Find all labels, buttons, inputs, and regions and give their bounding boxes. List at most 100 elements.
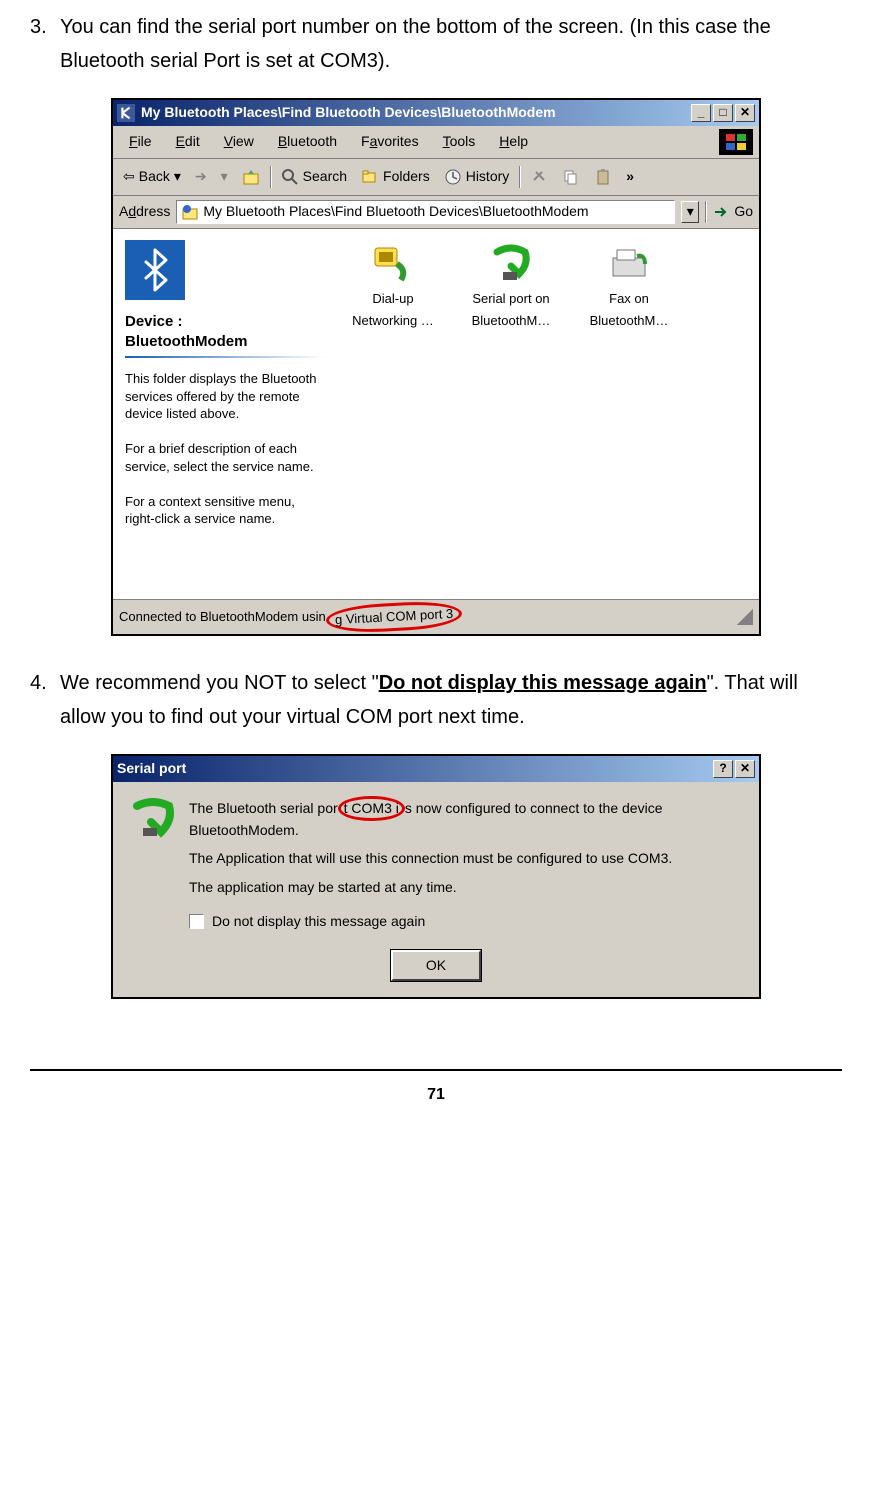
back-arrow-icon: ⇦ <box>123 165 135 189</box>
connection-icon <box>131 796 175 840</box>
bluetooth-places-icon <box>181 203 199 221</box>
dialog-line2: The Application that will use this conne… <box>189 849 741 869</box>
menu-file[interactable]: File <box>119 128 162 156</box>
dialog-controls: ? ✕ <box>713 760 755 778</box>
service-label: Fax on BluetoothM… <box>584 288 674 332</box>
highlight-circle: g Virtual COM port 3 <box>325 599 463 634</box>
address-input[interactable]: My Bluetooth Places\Find Bluetooth Devic… <box>176 200 675 224</box>
cut-button[interactable] <box>526 166 552 188</box>
d-line1a: The Bluetooth serial por <box>189 800 338 816</box>
history-icon <box>444 168 462 186</box>
menu-tools[interactable]: Tools <box>433 128 486 156</box>
step-text: You can find the serial port number on t… <box>60 10 842 78</box>
info-pane: Device : BluetoothModem This folder disp… <box>113 230 338 599</box>
go-label: Go <box>734 200 753 224</box>
step-number: 3. <box>30 10 60 78</box>
address-value: My Bluetooth Places\Find Bluetooth Devic… <box>203 200 588 224</box>
divider <box>125 356 326 358</box>
fax-icon <box>584 244 674 284</box>
forward-button[interactable]: ➔ <box>191 163 211 191</box>
do-not-display-checkbox[interactable] <box>189 914 204 929</box>
dropdown-icon: ▾ <box>174 165 181 189</box>
service-label: Dial-up Networking … <box>348 288 438 332</box>
dropdown-icon[interactable]: ▾ <box>217 163 232 191</box>
d-line1-hl: t COM3 i <box>344 800 399 816</box>
search-label: Search <box>303 165 347 189</box>
resize-grip-icon[interactable] <box>737 609 753 625</box>
address-label: Address <box>119 200 170 224</box>
paste-button[interactable] <box>590 166 616 188</box>
menu-bluetooth[interactable]: Bluetooth <box>268 128 347 156</box>
page-number: 71 <box>30 1069 842 1118</box>
go-button[interactable]: Go <box>712 200 753 224</box>
close-button[interactable]: ✕ <box>735 104 755 122</box>
device-name: BluetoothModem <box>125 332 326 352</box>
step-4: 4. We recommend you NOT to select "Do no… <box>30 666 842 734</box>
window-controls: _ □ ✕ <box>691 104 755 122</box>
ok-button[interactable]: OK <box>391 950 481 982</box>
explorer-window: My Bluetooth Places\Find Bluetooth Devic… <box>111 98 761 636</box>
folders-button[interactable]: Folders <box>357 163 434 191</box>
status-bar: Connected to BluetoothModem usin g Virtua… <box>113 599 759 634</box>
minimize-button[interactable]: _ <box>691 104 711 122</box>
address-dropdown[interactable]: ▾ <box>681 201 699 223</box>
info-text-1: This folder displays the Bluetooth servi… <box>125 370 326 423</box>
step4-bold: Do not display this message again <box>379 672 707 694</box>
service-label: Serial port on BluetoothM… <box>466 288 556 332</box>
menu-favorites[interactable]: Favorites <box>351 128 429 156</box>
folders-label: Folders <box>383 165 430 189</box>
content-area: Device : BluetoothModem This folder disp… <box>113 229 759 599</box>
back-label: Back <box>139 165 170 189</box>
overflow-chevron[interactable]: » <box>626 165 634 189</box>
address-bar: Address My Bluetooth Places\Find Bluetoo… <box>113 196 759 229</box>
go-icon <box>712 203 730 221</box>
menu-bar: File Edit View Bluetooth Favorites Tools… <box>113 126 759 159</box>
serial-icon <box>466 244 556 284</box>
copy-button[interactable] <box>558 166 584 188</box>
copy-icon <box>562 168 580 186</box>
link-icon <box>530 168 548 186</box>
menu-view[interactable]: View <box>214 128 264 156</box>
close-button[interactable]: ✕ <box>735 760 755 778</box>
dialog-body: The Bluetooth serial port COM3 is now co… <box>113 782 759 998</box>
search-button[interactable]: Search <box>277 163 351 191</box>
bluetooth-logo-icon <box>125 240 185 300</box>
step-number: 4. <box>30 666 60 734</box>
service-fax[interactable]: Fax on BluetoothM… <box>584 244 674 332</box>
dialup-icon <box>348 244 438 284</box>
back-button[interactable]: ⇦ Back ▾ <box>119 163 185 191</box>
service-dialup[interactable]: Dial-up Networking … <box>348 244 438 332</box>
window-title: My Bluetooth Places\Find Bluetooth Devic… <box>141 101 691 125</box>
titlebar[interactable]: My Bluetooth Places\Find Bluetooth Devic… <box>113 100 759 126</box>
service-serial[interactable]: Serial port on BluetoothM… <box>466 244 556 332</box>
maximize-button[interactable]: □ <box>713 104 733 122</box>
status-prefix: Connected to BluetoothModem usin <box>119 609 326 624</box>
up-button[interactable] <box>238 166 264 188</box>
dialog-line3: The application may be started at any ti… <box>189 878 741 898</box>
paste-icon <box>594 168 612 186</box>
toolbar: ⇦ Back ▾ ➔ ▾ Search Folders History <box>113 159 759 196</box>
search-icon <box>281 168 299 186</box>
history-label: History <box>466 165 510 189</box>
device-label: Device : <box>125 312 326 332</box>
status-highlight: g Virtual COM port 3 <box>334 606 453 627</box>
folders-icon <box>361 168 379 186</box>
history-button[interactable]: History <box>440 163 514 191</box>
app-icon <box>117 104 135 122</box>
checkbox-row: Do not display this message again <box>189 912 741 932</box>
step-text: We recommend you NOT to select "Do not d… <box>60 666 842 734</box>
dialog-title: Serial port <box>117 757 713 781</box>
step-3: 3. You can find the serial port number o… <box>30 10 842 78</box>
menu-edit[interactable]: Edit <box>166 128 210 156</box>
info-text-2: For a brief description of each service,… <box>125 440 326 475</box>
status-text: Connected to BluetoothModem usin g Virtua… <box>119 603 737 631</box>
serial-port-dialog: Serial port ? ✕ The Bluetooth serial por… <box>111 754 761 1000</box>
highlight-circle: t COM3 i <box>338 796 405 822</box>
help-button[interactable]: ? <box>713 760 733 778</box>
menu-help[interactable]: Help <box>489 128 538 156</box>
checkbox-label: Do not display this message again <box>212 912 425 932</box>
dialog-line1: The Bluetooth serial port COM3 is now co… <box>189 796 741 841</box>
dialog-titlebar[interactable]: Serial port ? ✕ <box>113 756 759 782</box>
step4-prefix: We recommend you NOT to select " <box>60 672 379 694</box>
windows-logo-icon <box>719 129 753 155</box>
